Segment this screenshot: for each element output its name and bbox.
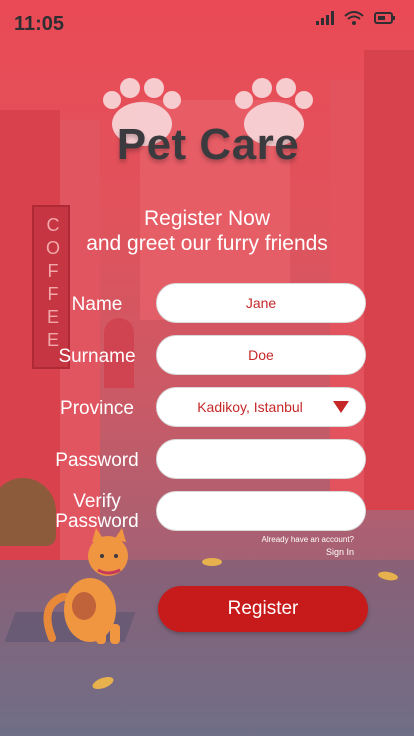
battery-icon bbox=[374, 12, 395, 24]
name-input[interactable] bbox=[157, 294, 365, 312]
signal-icon bbox=[316, 11, 334, 25]
headline-line1: Register Now bbox=[143, 207, 271, 230]
verify-password-label: Verify Password bbox=[52, 492, 142, 532]
dropdown-caret-icon bbox=[333, 401, 349, 413]
verify-password-field[interactable] bbox=[156, 491, 366, 531]
wifi-icon bbox=[344, 11, 364, 25]
right-building bbox=[364, 50, 414, 510]
verify-label-line1: Verify bbox=[73, 491, 121, 512]
password-input[interactable] bbox=[157, 450, 365, 468]
account-prompt: Already have an account? bbox=[261, 535, 354, 544]
app-logo: Pet Care bbox=[98, 78, 318, 178]
register-button[interactable]: Register bbox=[158, 586, 368, 632]
province-value: Kadikoy, Istanbul bbox=[197, 399, 303, 415]
surname-input[interactable] bbox=[157, 346, 365, 364]
status-time: 11:05 bbox=[14, 13, 65, 35]
province-label: Province bbox=[60, 398, 134, 419]
password-label: Password bbox=[55, 450, 139, 471]
verify-label-line2: Password bbox=[55, 511, 139, 532]
surname-field[interactable] bbox=[156, 335, 366, 375]
cat-illustration bbox=[43, 528, 128, 644]
surname-label: Surname bbox=[58, 346, 136, 367]
leaf bbox=[202, 558, 222, 566]
province-select[interactable]: Kadikoy, Istanbul bbox=[156, 387, 366, 427]
verify-password-input[interactable] bbox=[157, 502, 365, 520]
logo-title: Pet Care bbox=[116, 120, 300, 169]
password-field[interactable] bbox=[156, 439, 366, 479]
status-bar: 11:05 bbox=[0, 0, 414, 48]
name-field[interactable] bbox=[156, 283, 366, 323]
headline-line2: and greet our furry friends bbox=[86, 232, 328, 255]
status-icons bbox=[316, 11, 396, 25]
name-label: Name bbox=[71, 294, 123, 315]
sign-in-link[interactable]: Sign In bbox=[326, 547, 354, 557]
